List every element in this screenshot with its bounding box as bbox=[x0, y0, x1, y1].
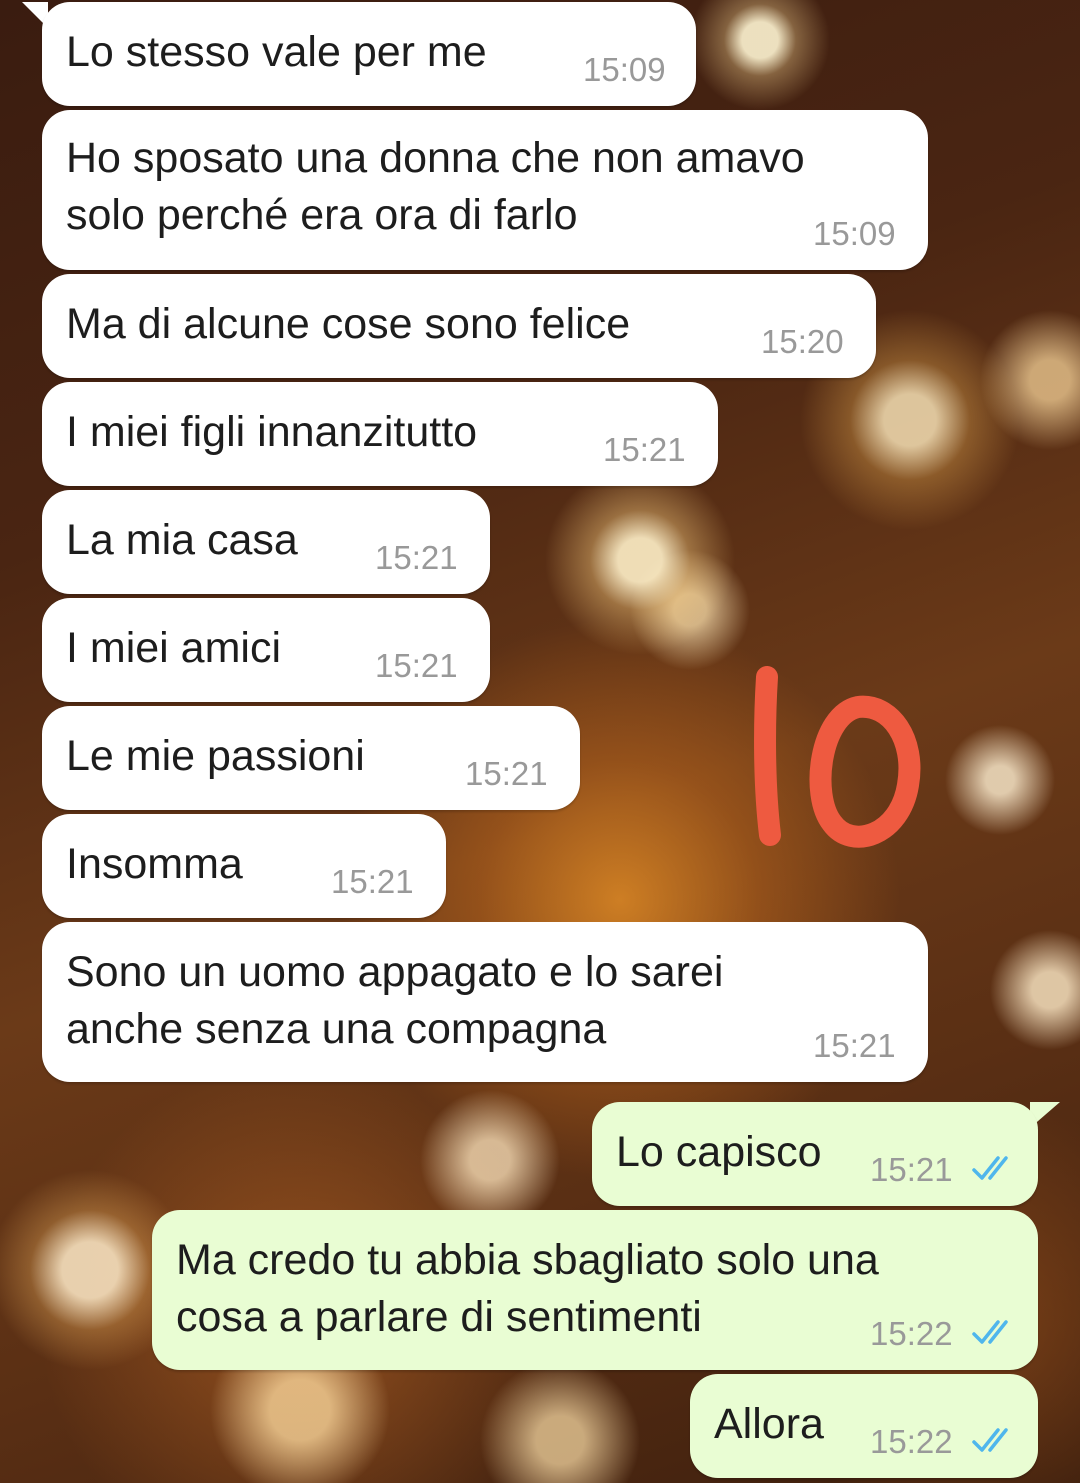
message-text: Le mie passioni bbox=[66, 732, 365, 780]
message-time: 15:21 bbox=[603, 431, 686, 468]
message-time: 15:09 bbox=[583, 51, 666, 88]
message-text: Lo stesso vale per me bbox=[66, 28, 487, 76]
message-text: Sono un uomo appagato e lo sarei anche s… bbox=[66, 948, 724, 1053]
message-time: 15:21 bbox=[813, 1027, 896, 1064]
message-text: Allora bbox=[714, 1400, 824, 1448]
message-time: 15:21 bbox=[375, 647, 458, 684]
message-bubble-incoming[interactable]: I miei amici 15:21 bbox=[42, 598, 490, 702]
message-time: 15:21 bbox=[375, 539, 458, 576]
message-bubble-incoming[interactable]: La mia casa 15:21 bbox=[42, 490, 490, 594]
message-bubble-incoming[interactable]: Sono un uomo appagato e lo sarei anche s… bbox=[42, 922, 928, 1082]
message-time: 15:21 bbox=[331, 863, 414, 900]
message-time: 15:21 bbox=[870, 1151, 953, 1188]
message-text: I miei figli innanzitutto bbox=[66, 408, 478, 456]
message-text: I miei amici bbox=[66, 624, 282, 672]
message-text: La mia casa bbox=[66, 516, 298, 564]
message-time: 15:09 bbox=[813, 215, 896, 252]
message-time: 15:21 bbox=[465, 755, 548, 792]
message-bubble-outgoing[interactable]: Allora 15:22 bbox=[690, 1374, 1038, 1478]
message-bubble-incoming[interactable]: Ma di alcune cose sono felice 15:20 bbox=[42, 274, 876, 378]
message-bubble-outgoing[interactable]: Lo capisco 15:21 bbox=[592, 1102, 1038, 1206]
message-text: Insomma bbox=[66, 840, 243, 888]
double-check-icon bbox=[972, 1156, 1008, 1180]
message-time: 15:20 bbox=[761, 323, 844, 360]
message-text: Ma di alcune cose sono felice bbox=[66, 300, 631, 348]
message-bubble-incoming[interactable]: I miei figli innanzitutto 15:21 bbox=[42, 382, 718, 486]
message-text: Ma credo tu abbia sbagliato solo una cos… bbox=[176, 1236, 879, 1341]
message-time: 15:22 bbox=[870, 1423, 953, 1460]
double-check-icon bbox=[972, 1320, 1008, 1344]
handwritten-annotation bbox=[754, 666, 921, 848]
message-bubble-incoming[interactable]: Ho sposato una donna che non amavo solo … bbox=[42, 110, 928, 270]
double-check-icon bbox=[972, 1428, 1008, 1452]
message-bubble-outgoing[interactable]: Ma credo tu abbia sbagliato solo una cos… bbox=[152, 1210, 1038, 1370]
message-bubble-incoming[interactable]: Lo stesso vale per me 15:09 bbox=[42, 2, 696, 106]
message-bubble-incoming[interactable]: Le mie passioni 15:21 bbox=[42, 706, 580, 810]
message-bubble-incoming[interactable]: Insomma 15:21 bbox=[42, 814, 446, 918]
message-time: 15:22 bbox=[870, 1315, 953, 1352]
message-text: Lo capisco bbox=[616, 1128, 822, 1176]
message-text: Ho sposato una donna che non amavo solo … bbox=[66, 134, 805, 239]
